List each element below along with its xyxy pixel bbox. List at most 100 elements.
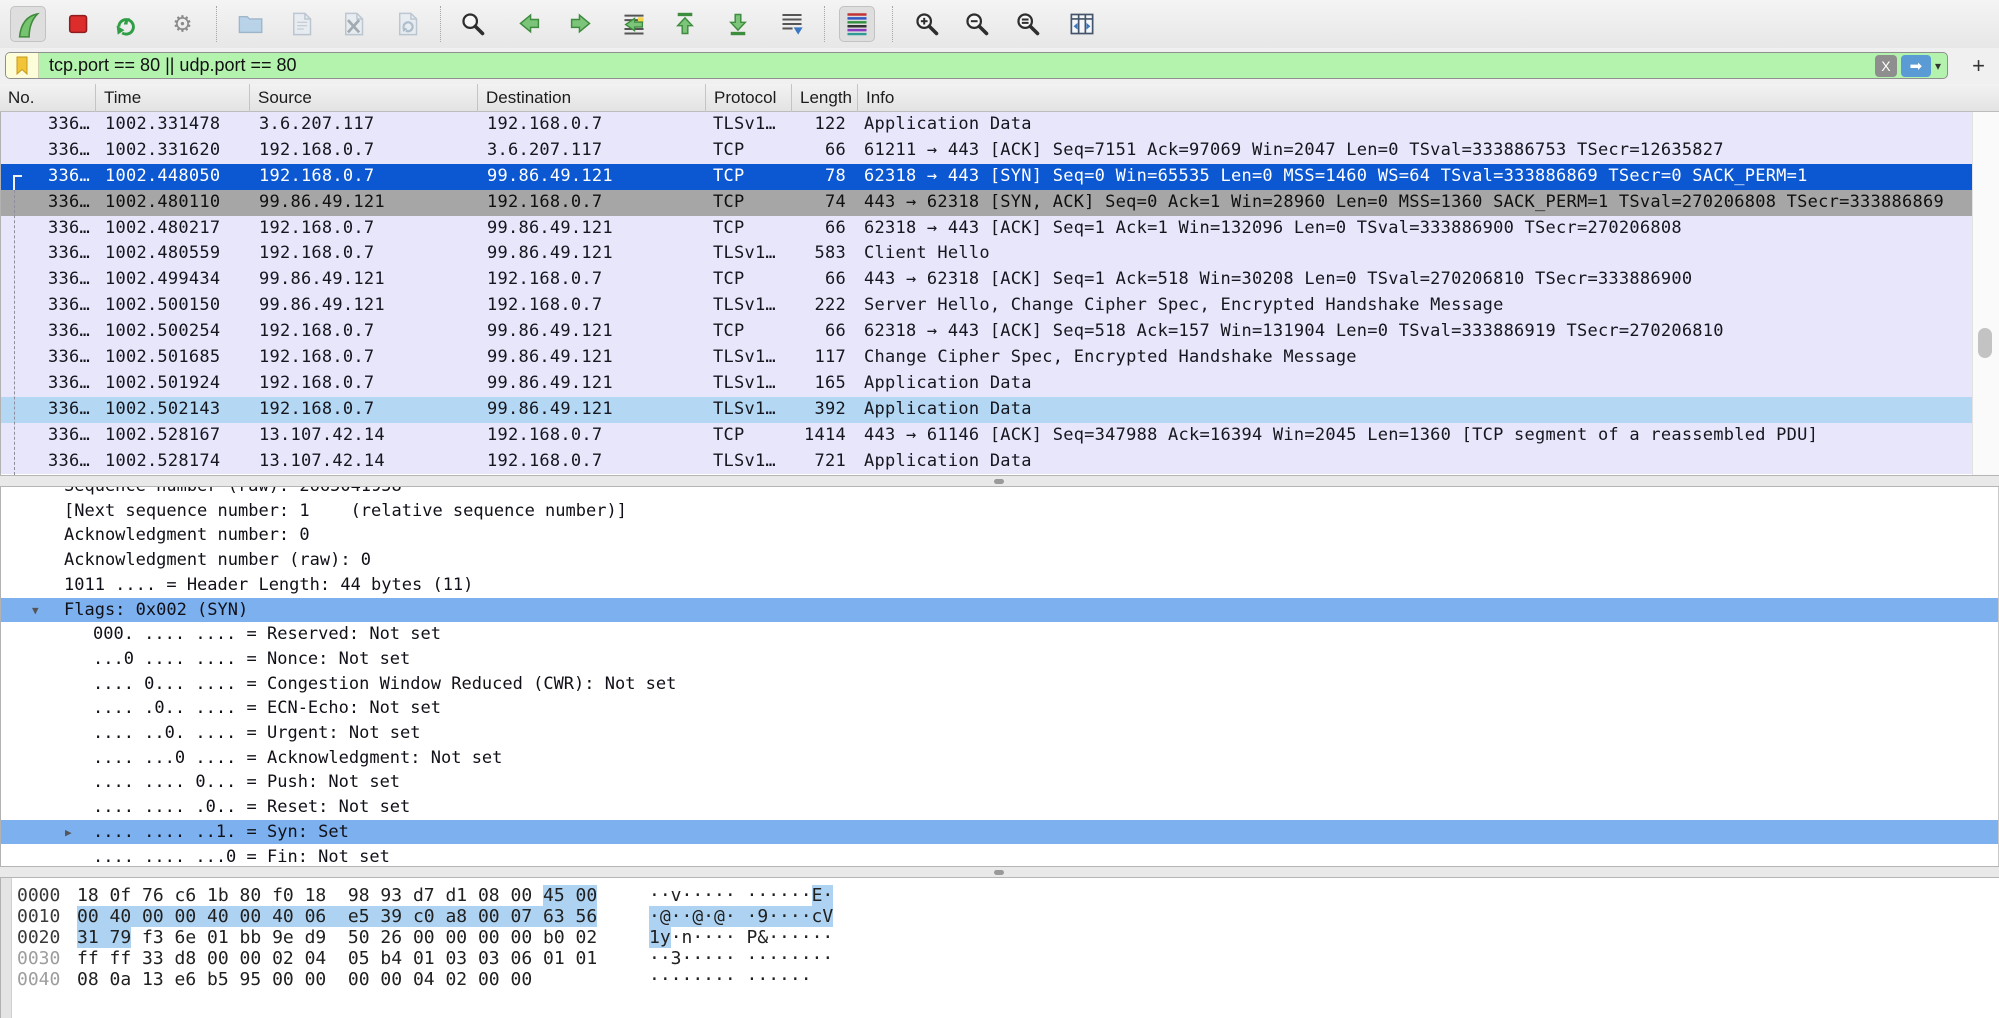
- packet-row[interactable]: 336…1002.3314783.6.207.117192.168.0.7TLS…: [1, 112, 1972, 138]
- zoom-reset-button[interactable]: [1010, 6, 1046, 42]
- detail-line[interactable]: ▶.... .... ..1. = Syn: Set: [1, 820, 1999, 845]
- cell-dst: 99.86.49.121: [487, 216, 703, 242]
- packet-row[interactable]: 336…1002.48011099.86.49.121192.168.0.7TC…: [1, 190, 1972, 216]
- cell-len: 66: [792, 319, 853, 345]
- colorize-button[interactable]: [839, 6, 875, 42]
- packet-row[interactable]: 336…1002.52816713.107.42.14192.168.0.7TC…: [1, 423, 1972, 449]
- cell-proto: TLSv1…: [713, 397, 791, 423]
- stop-capture-button[interactable]: [59, 6, 95, 42]
- toolbar-separator: [440, 6, 441, 42]
- packet-row[interactable]: 336…1002.500254192.168.0.799.86.49.121TC…: [1, 319, 1972, 345]
- hex-ascii[interactable]: ·@··@·@· ·9····cV: [649, 906, 833, 927]
- packet-row[interactable]: 336…1002.52817413.107.42.14192.168.0.7TL…: [1, 449, 1972, 475]
- find-packet-button[interactable]: [455, 6, 491, 42]
- expander-closed-icon[interactable]: ▶: [65, 821, 72, 846]
- detail-line[interactable]: .... .... .0.. = Reset: Not set: [1, 795, 1999, 820]
- column-header-no[interactable]: No.: [0, 84, 95, 112]
- cell-src: 192.168.0.7: [259, 371, 475, 397]
- cell-src: 13.107.42.14: [259, 449, 475, 475]
- detail-line[interactable]: .... ..0. .... = Urgent: Not set: [1, 721, 1999, 746]
- column-header-protocol[interactable]: Protocol: [705, 84, 791, 112]
- column-header-time[interactable]: Time: [95, 84, 249, 112]
- filter-add-button[interactable]: +: [1972, 56, 1985, 76]
- splitter-list-details[interactable]: [0, 475, 1999, 487]
- hex-row[interactable]: 0030ff ff 33 d8 00 00 02 04 05 b4 01 03 …: [1, 948, 1999, 969]
- conversation-first-mark-icon: [13, 175, 22, 191]
- column-header-source[interactable]: Source: [249, 84, 477, 112]
- hex-bytes[interactable]: ff ff 33 d8 00 00 02 04 05 b4 01 03 03 0…: [77, 948, 597, 969]
- go-to-bottom-button[interactable]: [720, 6, 756, 42]
- packet-row[interactable]: 336…1002.480559192.168.0.799.86.49.121TL…: [1, 241, 1972, 267]
- detail-line[interactable]: Acknowledgment number: 0: [1, 523, 1999, 548]
- detail-line[interactable]: .... .0.. .... = ECN-Echo: Not set: [1, 696, 1999, 721]
- cell-len: 66: [792, 267, 853, 293]
- hex-row[interactable]: 004008 0a 13 e6 b5 95 00 00 00 00 04 02 …: [1, 969, 1999, 990]
- expander-open-icon[interactable]: ▼: [32, 599, 39, 624]
- go-forward-button[interactable]: [562, 6, 598, 42]
- packet-bytes-pane: 000018 0f 76 c6 1b 80 f0 18 98 93 d7 d1 …: [0, 878, 1999, 1018]
- filter-bookmark-button[interactable]: [6, 53, 39, 78]
- hex-bytes[interactable]: 18 0f 76 c6 1b 80 f0 18 98 93 d7 d1 08 0…: [77, 885, 597, 906]
- display-filter-input[interactable]: [39, 54, 1875, 77]
- hex-ascii[interactable]: ········ ······: [649, 969, 812, 990]
- go-to-packet-button[interactable]: [616, 6, 652, 42]
- column-header-length[interactable]: Length: [791, 84, 857, 112]
- detail-line[interactable]: .... .... 0... = Push: Not set: [1, 770, 1999, 795]
- restart-capture-button[interactable]: [107, 6, 143, 42]
- go-back-button[interactable]: [512, 6, 548, 42]
- close-file-icon: [338, 10, 368, 38]
- hex-bytes[interactable]: 00 40 00 00 40 00 40 06 e5 39 c0 a8 00 0…: [77, 906, 597, 927]
- packet-list-scrollbar[interactable]: [1972, 112, 1999, 475]
- cell-time: 1002.499434: [105, 267, 247, 293]
- filter-dropdown-caret[interactable]: ▾: [1935, 59, 1941, 73]
- zoom-in-button[interactable]: [909, 6, 945, 42]
- detail-line[interactable]: .... .... ...0 = Fin: Not set: [1, 845, 1999, 867]
- open-file-button[interactable]: [232, 6, 268, 42]
- hex-bytes[interactable]: 08 0a 13 e6 b5 95 00 00 00 00 04 02 00 0…: [77, 969, 532, 990]
- hex-bytes[interactable]: 31 79 f3 6e 01 bb 9e d9 50 26 00 00 00 0…: [77, 927, 597, 948]
- auto-scroll-button[interactable]: [774, 6, 810, 42]
- filter-clear-button[interactable]: X: [1875, 55, 1897, 77]
- start-capture-button[interactable]: [10, 6, 46, 42]
- cell-dst: 99.86.49.121: [487, 371, 703, 397]
- packet-row[interactable]: 336…1002.480217192.168.0.799.86.49.121TC…: [1, 216, 1972, 242]
- go-forward-icon: [565, 10, 595, 38]
- packet-row[interactable]: 336…1002.50015099.86.49.121192.168.0.7TL…: [1, 293, 1972, 319]
- packet-row[interactable]: 336…1002.501685192.168.0.799.86.49.121TL…: [1, 345, 1972, 371]
- hex-row[interactable]: 000018 0f 76 c6 1b 80 f0 18 98 93 d7 d1 …: [1, 885, 1999, 906]
- detail-line[interactable]: Acknowledgment number (raw): 0: [1, 548, 1999, 573]
- splitter-handle-icon: [994, 870, 1004, 875]
- hex-ascii[interactable]: 1y·n···· P&······: [649, 927, 833, 948]
- resize-columns-button[interactable]: [1064, 6, 1100, 42]
- detail-line[interactable]: .... ...0 .... = Acknowledgment: Not set: [1, 746, 1999, 771]
- go-to-top-button[interactable]: [667, 6, 703, 42]
- reload-file-button[interactable]: [389, 6, 425, 42]
- packet-row[interactable]: 336…1002.448050192.168.0.799.86.49.121TC…: [1, 164, 1972, 190]
- column-header-destination[interactable]: Destination: [477, 84, 705, 112]
- detail-line[interactable]: ▼Flags: 0x002 (SYN): [1, 598, 1999, 623]
- detail-line[interactable]: .... 0... .... = Congestion Window Reduc…: [1, 672, 1999, 697]
- hex-row[interactable]: 002031 79 f3 6e 01 bb 9e d9 50 26 00 00 …: [1, 927, 1999, 948]
- detail-line[interactable]: [Next sequence number: 1 (relative seque…: [1, 499, 1999, 524]
- packet-row[interactable]: 336…1002.49943499.86.49.121192.168.0.7TC…: [1, 267, 1972, 293]
- packet-row[interactable]: 336…1002.501924192.168.0.799.86.49.121TL…: [1, 371, 1972, 397]
- packet-row[interactable]: 336…1002.331620192.168.0.73.6.207.117TCP…: [1, 138, 1972, 164]
- detail-line[interactable]: Sequence number (raw): 2665041958: [1, 487, 1999, 499]
- display-filter-field[interactable]: X ➡ ▾: [5, 52, 1948, 79]
- close-file-button[interactable]: [335, 6, 371, 42]
- detail-line[interactable]: ...0 .... .... = Nonce: Not set: [1, 647, 1999, 672]
- splitter-details-hex[interactable]: [0, 866, 1999, 878]
- column-header-info[interactable]: Info: [857, 84, 1999, 112]
- save-file-button[interactable]: [283, 6, 319, 42]
- packet-row[interactable]: 336…1002.502143192.168.0.799.86.49.121TL…: [1, 397, 1972, 423]
- cell-proto: TCP: [713, 423, 791, 449]
- detail-line[interactable]: 1011 .... = Header Length: 44 bytes (11): [1, 573, 1999, 598]
- scrollbar-thumb[interactable]: [1978, 328, 1992, 358]
- hex-row[interactable]: 001000 40 00 00 40 00 40 06 e5 39 c0 a8 …: [1, 906, 1999, 927]
- filter-apply-button[interactable]: ➡: [1901, 55, 1931, 77]
- detail-line[interactable]: 000. .... .... = Reserved: Not set: [1, 622, 1999, 647]
- zoom-out-button[interactable]: [959, 6, 995, 42]
- hex-ascii[interactable]: ··3····· ········: [649, 948, 833, 969]
- capture-options-button[interactable]: ⚙: [164, 6, 200, 42]
- hex-ascii[interactable]: ··v····· ······E·: [649, 885, 833, 906]
